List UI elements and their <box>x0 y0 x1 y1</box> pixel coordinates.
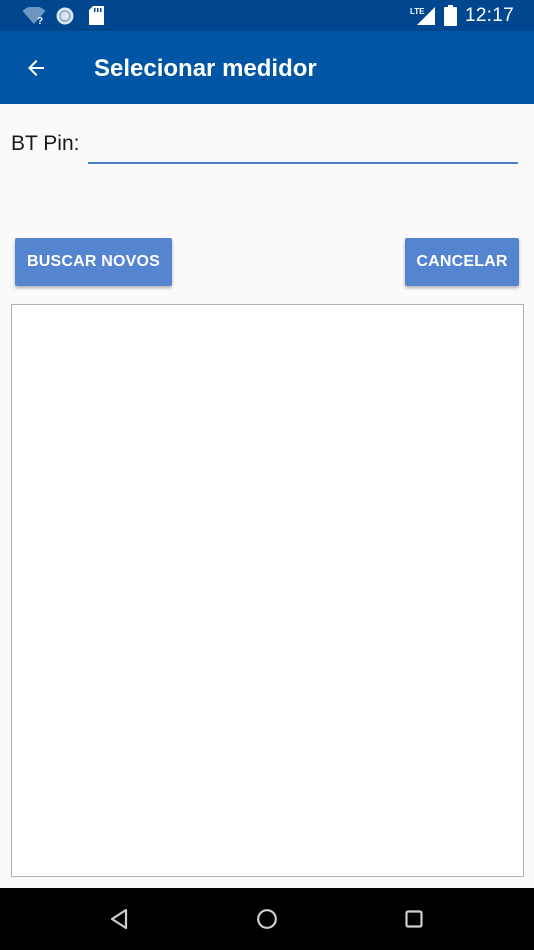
svg-text:?: ? <box>37 16 43 25</box>
navigation-bar <box>0 888 534 950</box>
nav-recents-button[interactable] <box>398 903 430 935</box>
app-bar: Selecionar medidor <box>0 31 534 104</box>
battery-icon <box>444 5 457 26</box>
nav-home-button[interactable] <box>251 903 283 935</box>
bt-pin-input[interactable] <box>88 128 518 164</box>
sd-card-icon <box>89 6 104 25</box>
arrow-back-icon <box>28 60 44 76</box>
bt-pin-label: BT Pin: <box>11 132 80 155</box>
sync-circle-icon <box>56 7 74 25</box>
status-bar: ? LTE 12:17 <box>0 0 534 31</box>
recents-square-icon <box>405 910 423 928</box>
meter-list[interactable] <box>11 304 524 877</box>
lte-signal-icon: LTE <box>410 7 435 25</box>
wifi-question-icon: ? <box>22 7 46 25</box>
back-triangle-icon <box>110 908 128 930</box>
status-time: 12:17 <box>464 5 514 26</box>
back-button[interactable] <box>12 44 60 92</box>
page-title: Selecionar medidor <box>94 55 317 82</box>
search-new-button[interactable]: BUSCAR NOVOS <box>15 238 172 286</box>
cancel-button[interactable]: CANCELAR <box>405 238 519 286</box>
svg-text:LTE: LTE <box>410 7 425 16</box>
home-circle-icon <box>257 909 277 929</box>
main-content: BT Pin: BUSCAR NOVOS CANCELAR <box>0 104 534 888</box>
nav-back-button[interactable] <box>103 903 135 935</box>
